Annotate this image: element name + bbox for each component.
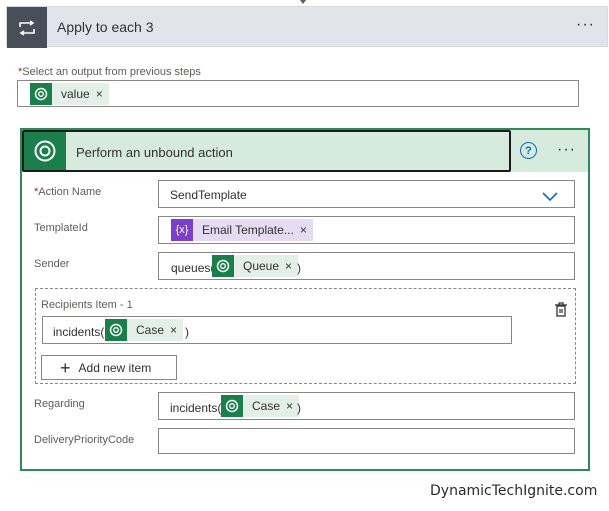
token-label: Queue bbox=[243, 259, 280, 273]
more-options-icon[interactable]: ··· bbox=[557, 141, 576, 159]
sender-label: Sender bbox=[34, 258, 70, 270]
select-output-input[interactable]: value × bbox=[17, 80, 579, 107]
token-label: Case bbox=[252, 399, 281, 413]
recipients-item-input[interactable]: incidents( Case × ) bbox=[42, 316, 512, 344]
action-title: Perform an unbound action bbox=[76, 145, 233, 160]
action-name-label-text: Action Name bbox=[38, 186, 102, 198]
remove-token-icon[interactable]: × bbox=[300, 223, 313, 237]
dataverse-icon bbox=[105, 319, 127, 341]
action-name-value: SendTemplate bbox=[170, 188, 247, 202]
sender-input[interactable]: queues( Queue × ) bbox=[158, 252, 575, 280]
case-token[interactable]: Case × bbox=[221, 395, 300, 417]
select-output-label: *Select an output from previous steps bbox=[18, 66, 201, 78]
sender-suffix: ) bbox=[297, 261, 301, 275]
action-name-label: *Action Name bbox=[34, 186, 101, 198]
add-new-item-label: Add new item bbox=[78, 360, 152, 375]
value-token[interactable]: value × bbox=[30, 83, 109, 105]
apply-to-each-title: Apply to each 3 bbox=[57, 19, 154, 35]
token-label: Case bbox=[136, 323, 165, 337]
template-id-input[interactable]: {x} Email Template... × bbox=[158, 216, 575, 244]
recipients-item-label: Recipients Item - 1 bbox=[41, 299, 133, 311]
action-name-dropdown[interactable]: SendTemplate bbox=[158, 180, 575, 208]
select-output-label-text: Select an output from previous steps bbox=[22, 66, 201, 78]
remove-token-icon[interactable]: × bbox=[96, 87, 109, 101]
dataverse-icon bbox=[212, 255, 234, 277]
dataverse-icon bbox=[221, 395, 243, 417]
queue-token[interactable]: Queue × bbox=[212, 255, 299, 277]
watermark: DynamicTechIgnite.com bbox=[430, 483, 598, 499]
more-options-icon[interactable]: ··· bbox=[576, 16, 595, 34]
delete-icon[interactable] bbox=[553, 301, 569, 323]
template-id-label: TemplateId bbox=[34, 222, 88, 234]
recipients-prefix: incidents( bbox=[53, 325, 105, 339]
action-header: Perform an unbound action ? ··· bbox=[22, 130, 588, 172]
delivery-priority-label: DeliveryPriorityCode bbox=[34, 434, 135, 446]
recipients-array-group: Recipients Item - 1 incidents( Case × ) … bbox=[35, 288, 576, 384]
sender-prefix: queues( bbox=[171, 261, 215, 275]
regarding-label: Regarding bbox=[34, 398, 85, 410]
connector-caret-icon bbox=[300, 0, 306, 4]
regarding-prefix: incidents( bbox=[170, 401, 222, 415]
action-header-title-area[interactable]: Perform an unbound action bbox=[22, 130, 511, 172]
expression-icon: {x} bbox=[171, 219, 193, 241]
remove-token-icon[interactable]: × bbox=[170, 323, 183, 337]
apply-to-each-card[interactable]: Apply to each 3 ··· bbox=[6, 6, 608, 48]
token-label: Email Template... bbox=[202, 223, 294, 237]
help-icon[interactable]: ? bbox=[520, 142, 537, 159]
delivery-priority-input[interactable] bbox=[158, 428, 575, 454]
regarding-input[interactable]: incidents( Case × ) bbox=[158, 392, 575, 420]
add-new-item-button[interactable]: + Add new item bbox=[41, 355, 177, 380]
token-label: value bbox=[61, 87, 90, 101]
case-token[interactable]: Case × bbox=[105, 319, 184, 341]
loop-icon bbox=[7, 7, 47, 48]
dataverse-icon bbox=[24, 132, 66, 170]
recipients-suffix: ) bbox=[185, 325, 189, 339]
regarding-suffix: ) bbox=[297, 401, 301, 415]
chevron-down-icon[interactable] bbox=[542, 189, 558, 207]
dataverse-icon bbox=[30, 83, 52, 105]
email-template-token[interactable]: {x} Email Template... × bbox=[171, 219, 313, 241]
plus-icon: + bbox=[60, 357, 71, 378]
